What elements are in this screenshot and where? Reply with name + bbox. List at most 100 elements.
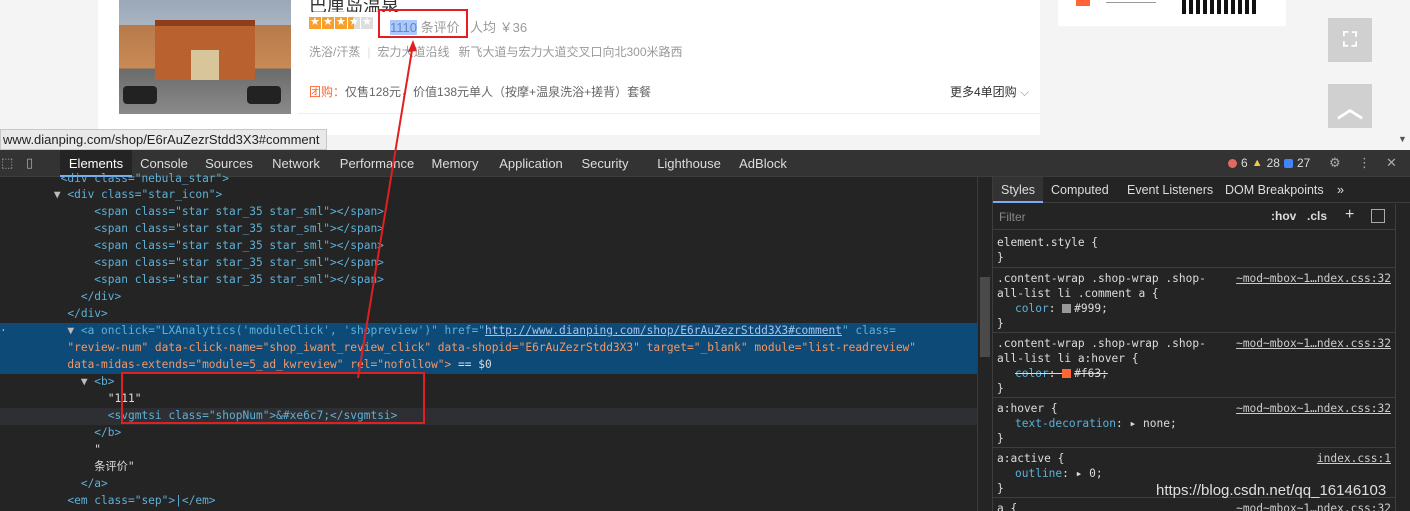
dom-line[interactable]: <div class="nebula_star"> <box>0 171 977 188</box>
close-icon[interactable]: ✕ <box>1386 156 1400 170</box>
hov-toggle[interactable]: :hov <box>1271 209 1296 223</box>
settings-gear-icon[interactable]: ⚙ <box>1329 156 1343 170</box>
dom-line[interactable]: <span class="star star_35 star_sml"></sp… <box>0 221 977 238</box>
dom-line-selected[interactable]: "review-num" data-click-name="shop_iwant… <box>0 340 977 357</box>
add-rule-icon[interactable]: + <box>1345 206 1354 224</box>
more-tabs-icon[interactable]: » <box>1329 177 1352 203</box>
tab-styles[interactable]: Styles <box>993 177 1044 203</box>
scrollbar-thumb[interactable] <box>980 277 990 357</box>
shop-tags: 洗浴/汗蒸 | 宏力大道沿线 新飞大道与宏力大道交叉口向北300米路西 <box>309 43 683 60</box>
property-value: 0; <box>1089 467 1103 480</box>
device-toolbar-icon[interactable]: ▯ <box>26 156 40 170</box>
dom-tag: <span class="star star_35 star_sml"></sp… <box>94 273 384 286</box>
group-label: 团购： <box>309 85 346 99</box>
door-shape <box>191 50 219 80</box>
divider <box>298 113 1040 114</box>
tab-computed[interactable]: Computed <box>1043 177 1117 203</box>
group-deal-row: 团购：仅售128元，价值138元单人（按摩+温泉洗浴+搓背）套餐 <box>309 83 651 100</box>
dom-line[interactable]: <span class="star star_35 star_sml"></sp… <box>0 272 977 289</box>
styles-scrollbar[interactable] <box>1395 204 1410 511</box>
dom-scrollbar[interactable] <box>977 177 992 511</box>
chevron-down-icon: ⌵ <box>1020 85 1030 99</box>
rule-property-overridden[interactable]: color: #f63; <box>1015 366 1108 381</box>
status-url-tooltip: www.dianping.com/shop/E6rAuZezrStdd3X3#c… <box>0 129 327 150</box>
dom-line-selected[interactable]: ⋅ ▼ <a onclick="LXAnalytics('moduleClick… <box>0 323 977 340</box>
rule-selector: a:active { <box>997 452 1065 465</box>
average-price: 人均 ￥36 <box>470 20 528 35</box>
tag-category[interactable]: 洗浴/汗蒸 <box>309 45 360 59</box>
rule-source-link[interactable]: ~mod~mbox~1…ndex.css:32 <box>1236 501 1391 511</box>
style-rule[interactable]: .content-wrap .shop-wrap .shop- all-list… <box>993 333 1395 398</box>
filter-input[interactable]: Filter <box>999 210 1026 224</box>
webpage-area: 巴厘岛温泉 1110 条评价 人均 ￥36 洗浴/汗蒸|宏力大道沿线新飞大道与宏… <box>0 0 1410 150</box>
rule-close: } <box>997 432 1004 445</box>
more-menu-icon[interactable]: ⋮ <box>1358 156 1372 170</box>
rule-property[interactable]: color: #999; <box>1015 301 1108 316</box>
more-deals-label: 更多4单团购 <box>950 85 1017 99</box>
rule-close: } <box>997 317 1004 330</box>
tab-event-listeners[interactable]: Event Listeners <box>1119 177 1221 203</box>
rule-source-link[interactable]: ~mod~mbox~1…ndex.css:32 <box>1236 271 1391 286</box>
dom-line[interactable]: </div> <box>0 289 977 306</box>
qr-scan-button[interactable]: ⛶ <box>1328 18 1372 62</box>
chevron-up-icon: ︿ <box>1336 92 1363 123</box>
inspect-element-icon[interactable]: ⬚ <box>1 156 15 170</box>
dom-line[interactable]: <span class="star star_35 star_sml"></sp… <box>0 204 977 221</box>
rule-property[interactable]: text-decoration: ▸ none; <box>1015 416 1177 431</box>
error-count: 6 <box>1241 156 1248 170</box>
watermark: https://blog.csdn.net/qq_16146103 <box>1156 482 1387 499</box>
href-link[interactable]: http://www.dianping.com/shop/E6rAuZezrSt… <box>485 324 842 337</box>
issue-counters[interactable]: 6 ▲ 28 27 <box>1228 156 1310 170</box>
style-rule[interactable]: a { ~mod~mbox~1…ndex.css:32 <box>993 498 1395 511</box>
rule-source-link[interactable]: index.css:1 <box>1317 451 1391 466</box>
info-count: 27 <box>1296 156 1311 170</box>
scan-icon: ⛶ <box>1343 28 1357 51</box>
dom-line[interactable]: <span class="star star_35 star_sml"></sp… <box>0 255 977 272</box>
dom-text: " <box>94 443 102 456</box>
dom-tag: <b> <box>94 375 115 388</box>
color-swatch[interactable] <box>1062 369 1072 378</box>
shop-photo[interactable] <box>119 0 291 114</box>
dom-tag: <span class="star star_35 star_sml"></sp… <box>94 256 384 269</box>
rule-selector: .content-wrap .shop-wrap .shop- all-list… <box>997 272 1206 300</box>
devtools-panel: ⬚ ▯ Elements Console Sources Network Per… <box>0 150 1410 511</box>
back-to-top-button[interactable]: ︿ <box>1328 84 1372 128</box>
error-icon <box>1228 158 1237 168</box>
rule-selector: a { <box>997 502 1018 511</box>
dom-tag: <span class="star star_35 star_sml"></sp… <box>94 205 384 218</box>
dom-line[interactable]: </div> <box>0 306 977 323</box>
dom-line[interactable]: ▼ <div class="star_icon"> <box>0 187 977 204</box>
style-rule[interactable]: a:hover { ~mod~mbox~1…ndex.css:32 text-d… <box>993 398 1395 448</box>
dom-line[interactable]: " <box>0 442 977 459</box>
cls-toggle[interactable]: .cls <box>1307 209 1327 223</box>
rule-property[interactable]: outline: ▸ 0; <box>1015 466 1103 481</box>
tag-region[interactable]: 宏力大道沿线 <box>377 45 449 59</box>
toggle-sidebar-icon[interactable] <box>1371 209 1385 223</box>
dom-tag: <span class="star star_35 star_sml"></sp… <box>94 239 384 252</box>
style-rule[interactable]: element.style { } <box>993 232 1395 268</box>
text-line <box>1106 0 1156 3</box>
dom-line[interactable]: 条评价" <box>0 459 977 476</box>
rule-selector: a:hover { <box>997 402 1058 415</box>
group-deal-text[interactable]: 仅售128元，价值138元单人（按摩+温泉洗浴+搓背）套餐 <box>345 85 651 99</box>
star-empty-icon <box>361 15 373 29</box>
property-value: #f63; <box>1074 367 1108 380</box>
property-value: none; <box>1143 417 1177 430</box>
more-deals-link[interactable]: 更多4单团购 ⌵ <box>950 83 1029 100</box>
info-icon <box>1283 158 1293 168</box>
elements-dom-tree[interactable]: <div class="nebula_star"> ▼ <div class="… <box>0 172 977 511</box>
dom-line[interactable]: </b> <box>0 425 977 442</box>
styles-tabbar: Styles Computed Event Listeners DOM Brea… <box>993 177 1410 203</box>
car-shape <box>123 86 157 104</box>
rule-source-link[interactable]: ~mod~mbox~1…ndex.css:32 <box>1236 336 1391 351</box>
dom-line[interactable]: <span class="star star_35 star_sml"></sp… <box>0 238 977 255</box>
tab-dom-breakpoints[interactable]: DOM Breakpoints <box>1217 177 1332 203</box>
dom-tag: </b> <box>94 426 122 439</box>
highlight-box-review <box>378 9 468 38</box>
style-rule[interactable]: .content-wrap .shop-wrap .shop- all-list… <box>993 268 1395 333</box>
dom-line[interactable]: </a> <box>0 476 977 493</box>
rule-source-link[interactable]: ~mod~mbox~1…ndex.css:32 <box>1236 401 1391 416</box>
color-swatch[interactable] <box>1062 304 1072 313</box>
dom-line[interactable]: <em class="sep">|</em> <box>0 493 977 510</box>
scroll-down-arrow-icon[interactable]: ▼ <box>1398 134 1407 144</box>
